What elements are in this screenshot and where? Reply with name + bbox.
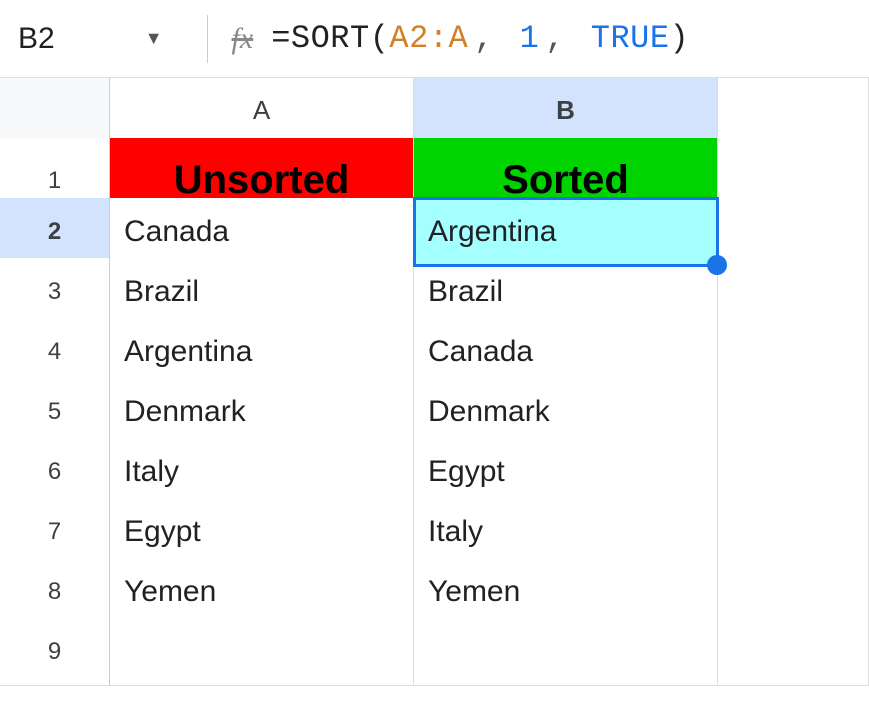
formula-comma1: , [474,20,494,57]
cell-C4[interactable] [718,318,869,386]
formula-bar-row: B2 ▼ fx = SORT ( A2:A , 1 , TRUE ) [0,0,869,78]
fx-icon: fx [232,22,254,56]
row-header-7[interactable]: 7 [0,498,110,566]
row-header-9[interactable]: 9 [0,618,110,686]
cell-C9[interactable] [718,618,869,686]
row-header-5[interactable]: 5 [0,378,110,446]
formula-fn: SORT [291,20,370,57]
formula-input[interactable]: = SORT ( A2:A , 1 , TRUE ) [271,20,689,57]
cell-A6[interactable]: Italy [110,438,414,506]
cell-B4[interactable]: Canada [414,318,718,386]
formula-range: A2:A [389,20,468,57]
cell-C6[interactable] [718,438,869,506]
formula-comma2: , [545,20,565,57]
dropdown-icon[interactable]: ▼ [145,28,163,49]
cell-B8[interactable]: Yemen [414,558,718,626]
row-header-4[interactable]: 4 [0,318,110,386]
col-header-C[interactable] [718,78,869,144]
cell-A5[interactable]: Denmark [110,378,414,446]
cell-C8[interactable] [718,558,869,626]
cell-A2[interactable]: Canada [110,198,414,266]
select-all-corner[interactable] [0,78,110,144]
row-header-6[interactable]: 6 [0,438,110,506]
name-box[interactable]: B2 ▼ [18,22,183,56]
col-header-A[interactable]: A [110,78,414,144]
formula-rparen: ) [670,20,690,57]
cell-A3[interactable]: Brazil [110,258,414,326]
col-header-B[interactable]: B [414,78,718,144]
cell-B5[interactable]: Denmark [414,378,718,446]
cell-C5[interactable] [718,378,869,446]
spreadsheet-grid[interactable]: A B 1 Unsorted Sorted 2 Canada Argentina… [0,78,869,678]
cell-B2[interactable]: Argentina [414,198,718,266]
formula-lparen: ( [370,20,390,57]
row-header-8[interactable]: 8 [0,558,110,626]
cell-B9[interactable] [414,618,718,686]
cell-A7[interactable]: Egypt [110,498,414,566]
formula-bool: TRUE [591,20,670,57]
selection-handle[interactable] [707,255,727,275]
cell-B3[interactable]: Brazil [414,258,718,326]
divider [207,15,208,63]
cell-A9[interactable] [110,618,414,686]
cell-B6[interactable]: Egypt [414,438,718,506]
row-header-2[interactable]: 2 [0,198,110,266]
cell-C2[interactable] [718,198,869,266]
formula-num: 1 [520,20,540,57]
cell-C7[interactable] [718,498,869,566]
formula-eq: = [271,20,291,57]
cell-C3[interactable] [718,258,869,326]
cell-A8[interactable]: Yemen [110,558,414,626]
cell-A4[interactable]: Argentina [110,318,414,386]
cell-B2-value: Argentina [428,215,556,249]
row-header-3[interactable]: 3 [0,258,110,326]
name-box-value: B2 [18,22,55,56]
cell-B7[interactable]: Italy [414,498,718,566]
